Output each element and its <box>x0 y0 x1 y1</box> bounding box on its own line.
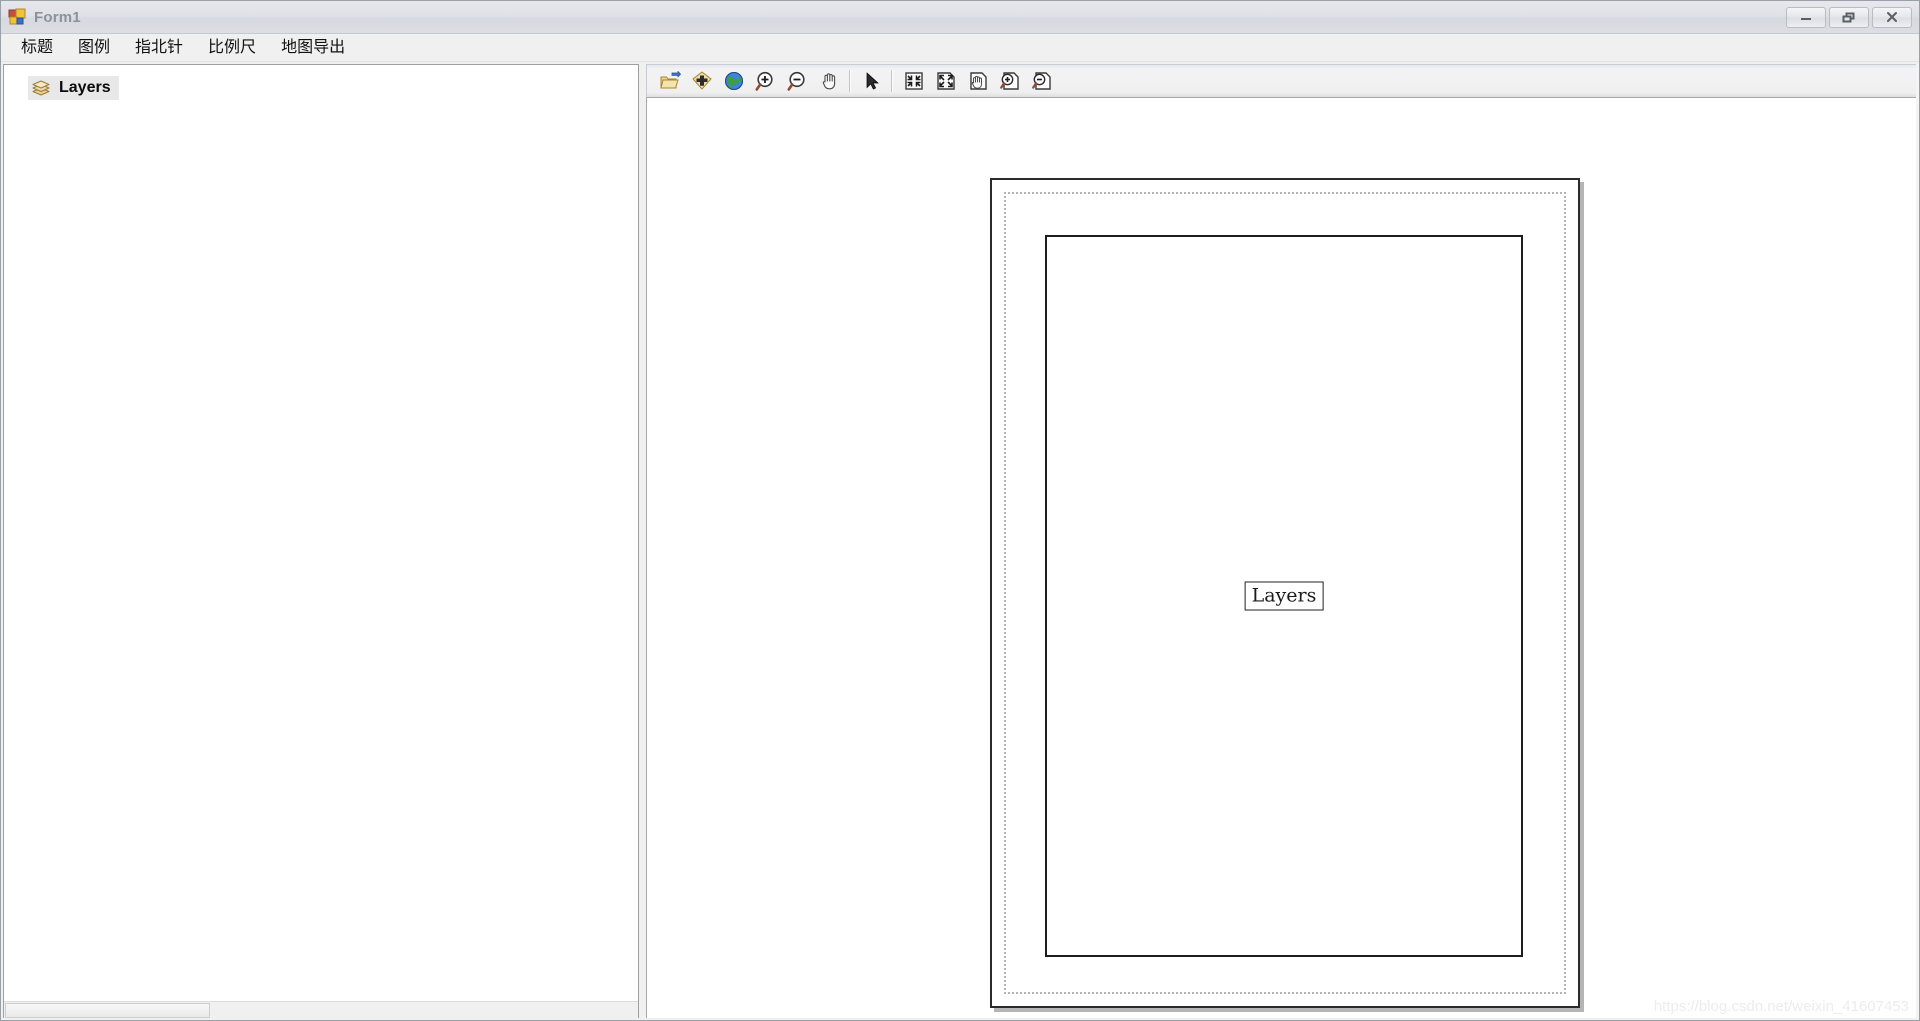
menu-item-title[interactable]: 标题 <box>10 35 64 61</box>
restore-icon <box>1842 12 1855 23</box>
map-frame-element[interactable]: Layers <box>1045 235 1523 957</box>
layers-stack-icon <box>30 79 52 97</box>
zoom-in-icon <box>755 71 773 91</box>
page-pan-hand-icon <box>970 72 987 90</box>
page-zoom-out-button[interactable] <box>1027 67 1057 95</box>
page-fit-inward-icon <box>905 72 923 90</box>
layers-panel-hscroll-thumb[interactable] <box>5 1003 210 1018</box>
menu-item-map-export[interactable]: 地图导出 <box>270 35 356 61</box>
map-title-text: Layers <box>1251 584 1317 607</box>
right-gutter <box>1916 64 1919 1020</box>
window-controls <box>1786 6 1912 28</box>
tree-node-label: Layers <box>59 79 111 96</box>
open-data-button[interactable] <box>655 67 685 95</box>
window-title: Form1 <box>34 8 81 26</box>
layout-toolbar <box>646 64 1918 98</box>
bottom-gutter <box>1 1018 1919 1020</box>
menu-bar: 标题 图例 指北针 比例尺 地图导出 <box>1 34 1919 62</box>
application-window: Form1 标题 图例 指北针 比例尺 地图导出 Layers Layers h… <box>0 0 1920 1021</box>
minimize-icon <box>1801 18 1811 20</box>
menu-item-legend[interactable]: 图例 <box>67 35 121 61</box>
zoom-out-icon <box>787 71 805 91</box>
layout-view-panel: Layers https://blog.csdn.net/weixin_4160… <box>646 64 1918 1020</box>
page-pan-button[interactable] <box>963 67 993 95</box>
tree-node-layers[interactable]: Layers <box>28 76 119 100</box>
winforms-icon <box>8 8 26 26</box>
page-fit-button[interactable] <box>899 67 929 95</box>
open-folder-icon <box>660 71 681 89</box>
globe-icon <box>725 72 743 90</box>
layers-panel-hscrollbar[interactable] <box>4 1001 638 1019</box>
page-zoom-out-icon <box>1032 72 1051 90</box>
toolbar-separator <box>849 70 851 92</box>
page-sheet[interactable]: Layers <box>990 178 1580 1008</box>
page-zoom-in-button[interactable] <box>995 67 1025 95</box>
menu-item-north-arrow[interactable]: 指北针 <box>124 35 194 61</box>
map-title-textbox[interactable]: Layers <box>1244 581 1324 611</box>
add-layer-button[interactable] <box>687 67 717 95</box>
pan-hand-icon <box>822 73 836 90</box>
page-zoom-in-icon <box>1000 72 1019 90</box>
pan-button[interactable] <box>815 67 845 95</box>
select-button[interactable] <box>857 67 887 95</box>
menu-item-scale-bar[interactable]: 比例尺 <box>197 35 267 61</box>
watermark-text: https://blog.csdn.net/weixin_41607453 <box>1653 998 1909 1015</box>
close-button[interactable] <box>1872 6 1912 28</box>
full-extent-button[interactable] <box>719 67 749 95</box>
zoom-out-button[interactable] <box>783 67 813 95</box>
minimize-button[interactable] <box>1786 6 1826 28</box>
layout-canvas[interactable]: Layers https://blog.csdn.net/weixin_4160… <box>646 98 1918 1020</box>
page-expand-button[interactable] <box>931 67 961 95</box>
zoom-in-button[interactable] <box>751 67 781 95</box>
add-plus-diamond-icon <box>692 71 712 90</box>
layers-tree-panel[interactable]: Layers <box>3 64 639 1020</box>
arrow-pointer-icon <box>866 72 879 90</box>
page-expand-outward-icon <box>937 72 955 90</box>
title-bar: Form1 <box>1 1 1919 34</box>
restore-button[interactable] <box>1829 6 1869 28</box>
close-icon <box>1887 12 1897 22</box>
toolbar-separator-2 <box>891 70 893 92</box>
